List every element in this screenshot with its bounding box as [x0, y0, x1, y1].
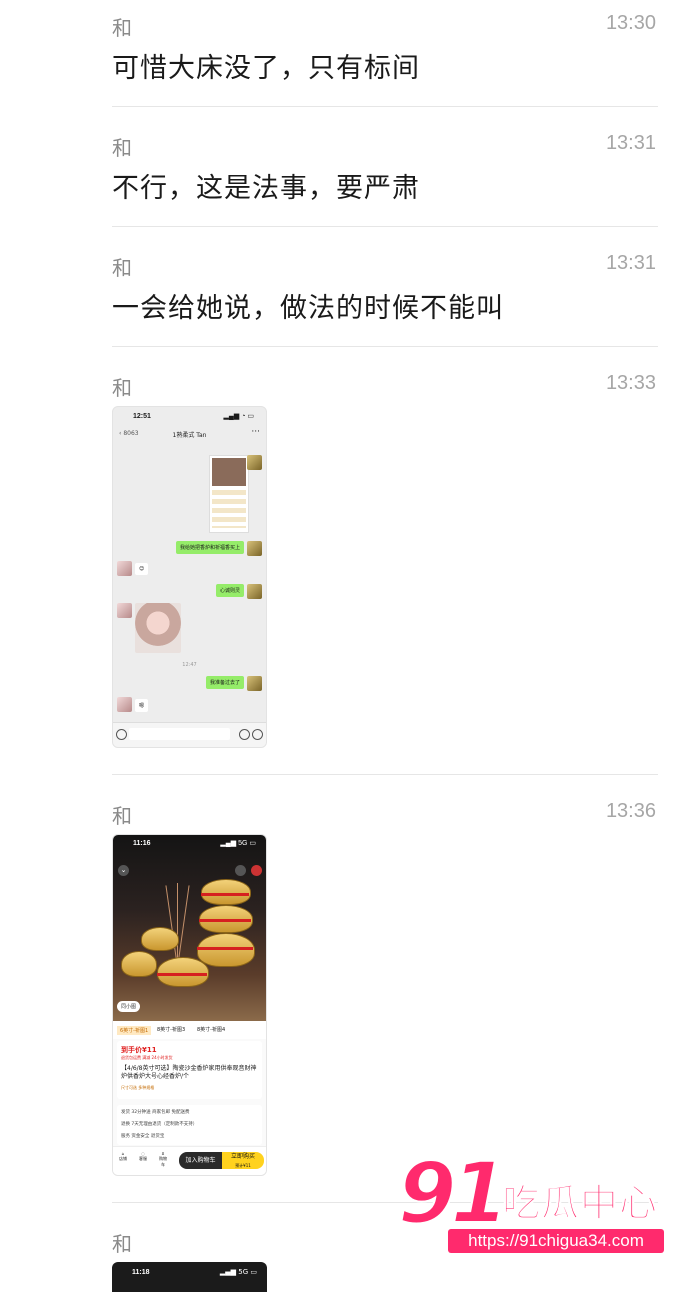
status-clock: 12:51 — [133, 413, 151, 420]
censer-small — [121, 951, 157, 977]
signal-icon: ▂▄▆ ◔ ▭ — [223, 413, 254, 420]
service-info: 发货 32分钟送 商家包邮 免配送费 退换 7天无理由退货（定制款不支持） 服务… — [117, 1105, 262, 1145]
product-screenshot-image[interactable]: 11:16 ▂▄▆ 5G ▭ ⌄ 同小图 6英寸-祈图1 8英寸-祈图3 8英寸… — [112, 834, 267, 1176]
sku-tabs: 6英寸-祈图1 8英寸-祈图3 8英寸-祈图4 — [113, 1021, 266, 1039]
product-info: 到手价¥11 退货包运费 满减 24小时发货 【4/6/8英寸可选】陶瓷沙金香炉… — [117, 1041, 262, 1099]
watermark-url: https://91chigua34.com — [448, 1229, 664, 1253]
product-tip: 尺寸可选 多种规格 — [121, 1085, 155, 1090]
incense-stick — [165, 885, 178, 965]
divider — [112, 226, 658, 227]
bottom-label: 购物车 — [159, 1156, 167, 1167]
collapse-icon: ⌄ — [118, 865, 129, 876]
avatar — [247, 541, 262, 556]
service-icon: ◌ 客服 — [139, 1151, 147, 1161]
censer-large — [197, 933, 255, 967]
sender-name: 和 — [112, 16, 132, 40]
product-title: 【4/6/8英寸可选】陶瓷沙金香炉家用供奉观音财神炉供香炉大号心经香炉/个 — [121, 1065, 257, 1080]
voice-icon — [116, 729, 127, 740]
photo-image — [135, 603, 181, 653]
incense-stick — [177, 885, 190, 965]
avatar — [247, 584, 262, 599]
service-row: 服务 资金安全 退货宝 — [121, 1134, 165, 1139]
message-text: 一会给她说，做法的时候不能叫 — [112, 293, 504, 324]
message-time: 13:33 — [605, 372, 656, 394]
buy-sublabel: 预计¥11 — [235, 1163, 251, 1168]
sku-tab: 8英寸-祈图4 — [197, 1027, 226, 1033]
buy-label: 立即购买 — [230, 1153, 255, 1160]
sender-name: 和 — [112, 1232, 132, 1256]
watermark-number: 91 — [397, 1143, 510, 1243]
cart-icon: ⊻ 购物车 — [159, 1151, 167, 1167]
message-time: 13:31 — [605, 252, 656, 274]
buy-now-button: 立即购买预计¥11 — [222, 1152, 264, 1169]
chat-bubble: 我准备过去了 — [205, 676, 244, 689]
censer-front — [157, 957, 209, 987]
chat-bubble: 嗯 — [135, 699, 149, 712]
badge: 同小图 — [117, 1001, 141, 1012]
chat-screenshot-image[interactable]: 12:51 ▂▄▆ ◔ ▭ ‹ 8063 1熟柔式 Tan ··· 我给她把香炉… — [112, 406, 267, 748]
network-type: 5G — [238, 840, 248, 847]
avatar — [247, 455, 262, 470]
sender-name: 和 — [112, 136, 132, 160]
status-bar: 11:16 ▂▄▆ 5G ▭ — [113, 835, 266, 851]
cart-icon — [251, 865, 262, 876]
avatar — [117, 603, 132, 618]
avatar — [247, 676, 262, 691]
chat-bubble: 心诚则灵 — [215, 584, 244, 597]
divider — [112, 346, 658, 347]
emoji-bubble: 😊 — [135, 563, 149, 575]
message-text: 不行，这是法事，要严肃 — [112, 173, 420, 204]
promo-tags: 退货包运费 满减 24小时发货 — [121, 1055, 173, 1060]
shared-image — [209, 455, 249, 533]
chat-bubble: 我给她把香炉和祈福香买上 — [175, 541, 244, 554]
avatar — [117, 697, 132, 712]
avatar — [117, 561, 132, 576]
purchase-bar: ⌂ 店铺 ◌ 客服 ⊻ 购物车 加入购物车 立即购买预计¥11 — [113, 1146, 266, 1175]
emoji-icon — [239, 729, 250, 740]
incense-stick — [177, 883, 178, 965]
product-price: 到手价¥11 — [121, 1046, 157, 1054]
message-time: 13:36 — [605, 800, 656, 822]
service-row: 退换 7天无理由退货（定制款不支持） — [121, 1122, 198, 1127]
message-time: 13:30 — [605, 12, 656, 34]
status-clock: 11:16 — [133, 840, 151, 847]
divider — [112, 774, 658, 775]
add-to-cart-button: 加入购物车 — [179, 1152, 222, 1169]
chat-input-bar — [113, 722, 266, 747]
message-text: 可惜大床没了，只有标间 — [112, 53, 420, 84]
bottom-label: 店铺 — [119, 1156, 127, 1161]
sender-name: 和 — [112, 376, 132, 400]
censer-large — [201, 879, 251, 905]
share-icon — [235, 865, 246, 876]
product-photo: 11:16 ▂▄▆ 5G ▭ ⌄ 同小图 — [113, 835, 266, 1021]
status-bar: 12:51 ▂▄▆ ◔ ▭ — [113, 407, 266, 425]
sku-tab: 8英寸-祈图3 — [157, 1027, 186, 1033]
signal-icon: ▂▄▆ 5G ▭ — [220, 840, 256, 847]
sku-tab: 6英寸-祈图1 — [117, 1026, 152, 1035]
chat-nav-bar: ‹ 8063 1熟柔式 Tan ··· — [113, 427, 266, 443]
more-icon: ··· — [251, 427, 260, 437]
sender-name: 和 — [112, 804, 132, 828]
watermark-name: 吃瓜中心 — [501, 1181, 659, 1226]
chat-timestamp: 12:47 — [182, 662, 197, 668]
divider — [112, 106, 658, 107]
ribbon — [199, 919, 251, 922]
shop-icon: ⌂ 店铺 — [119, 1151, 127, 1161]
ribbon — [201, 893, 249, 896]
bottom-label: 客服 — [139, 1156, 147, 1161]
censer-medium — [141, 927, 179, 951]
signal-icon: ▂▄▆ 5G ▭ — [219, 1268, 257, 1276]
network-type: 5G — [238, 1268, 249, 1276]
status-clock: 11:18 — [132, 1269, 150, 1276]
chat-title: 1熟柔式 Tan — [172, 432, 207, 439]
sender-name: 和 — [112, 256, 132, 280]
chat-input-field — [129, 728, 230, 740]
screenshot-image[interactable]: 11:18 ▂▄▆ 5G ▭ — [112, 1262, 267, 1292]
service-row: 发货 32分钟送 商家包邮 免配送费 — [121, 1110, 190, 1115]
ribbon — [197, 947, 253, 950]
ribbon — [157, 973, 207, 976]
plus-icon — [252, 729, 263, 740]
message-time: 13:31 — [605, 132, 656, 154]
watermark-logo: 91 吃瓜中心 https://91chigua34.com — [396, 1143, 668, 1262]
